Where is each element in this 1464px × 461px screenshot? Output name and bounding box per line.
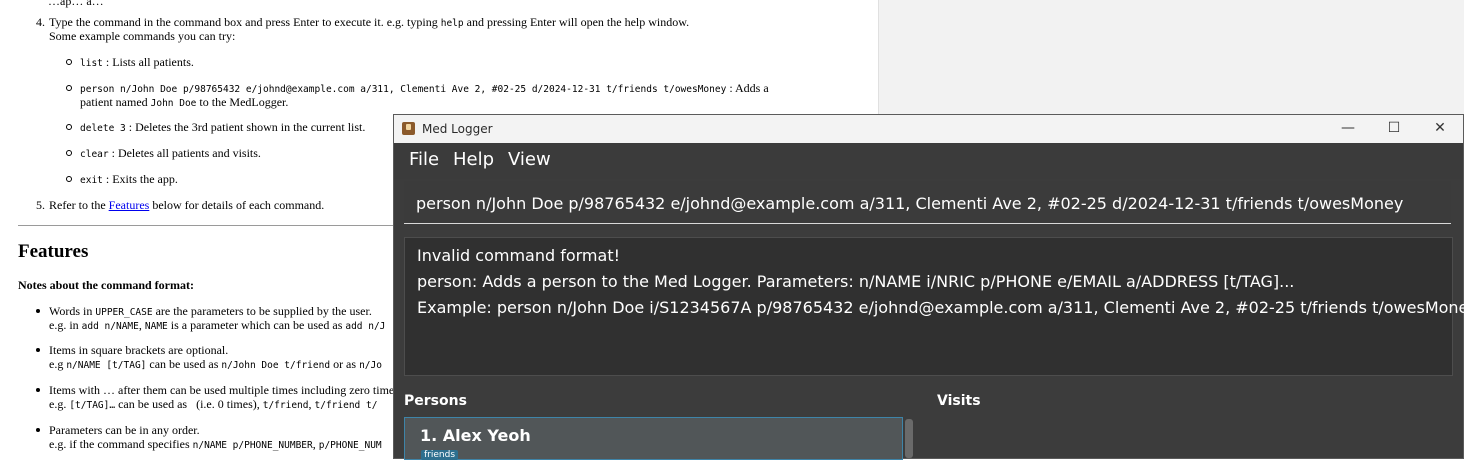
- circle-bullet-icon: [66, 176, 72, 182]
- step-5-number: 5.: [36, 198, 45, 212]
- menu-file[interactable]: File: [409, 149, 439, 170]
- med-logger-window: Med Logger — ☐ ✕ File Help View person n…: [393, 114, 1464, 460]
- result-line: Example: person n/John Doe i/S1234567A p…: [417, 298, 1464, 317]
- top-fragment: …ap… a…: [48, 0, 104, 8]
- app-icon: [402, 122, 415, 135]
- result-line: Invalid command format!: [417, 246, 621, 265]
- bullet-icon: [36, 348, 40, 352]
- result-display[interactable]: Invalid command format! person: Adds a p…: [404, 237, 1464, 376]
- circle-bullet-icon: [66, 150, 72, 156]
- person-card[interactable]: 1. Alex Yeoh friends: [404, 417, 903, 460]
- note-optional-example: e.g n/NAME [t/TAG] can be used as n/John…: [49, 357, 382, 371]
- example-person: person n/John Doe p/98765432 e/johnd@exa…: [80, 81, 769, 95]
- maximize-icon[interactable]: ☐: [1371, 115, 1417, 143]
- notes-heading: Notes about the command format:: [18, 278, 194, 292]
- close-icon[interactable]: ✕: [1417, 115, 1463, 143]
- step-4-subtext: Some example commands you can try:: [49, 29, 236, 43]
- circle-bullet-icon: [66, 85, 72, 91]
- bullet-icon: [36, 428, 40, 432]
- example-clear: clear : Deletes all patients and visits.: [80, 146, 261, 160]
- features-link[interactable]: Features: [109, 198, 150, 212]
- title-bar[interactable]: Med Logger — ☐ ✕: [394, 115, 1463, 143]
- features-heading: Features: [18, 241, 89, 262]
- example-list: list : Lists all patients.: [80, 55, 194, 69]
- note-order: Parameters can be in any order.: [49, 423, 200, 437]
- command-input-text: person n/John Doe p/98765432 e/johnd@exa…: [416, 194, 1404, 213]
- note-optional: Items in square brackets are optional.: [49, 343, 229, 357]
- example-person-line2: patient named John Doe to the MedLogger.: [80, 95, 289, 109]
- circle-bullet-icon: [66, 59, 72, 65]
- tag-badge: friends: [421, 450, 459, 460]
- command-input[interactable]: person n/John Doe p/98765432 e/johnd@exa…: [404, 181, 1451, 224]
- minimize-icon[interactable]: —: [1325, 115, 1371, 143]
- bullet-icon: [36, 388, 40, 392]
- menu-bar: File Help View: [394, 143, 1463, 179]
- menu-view[interactable]: View: [508, 149, 551, 170]
- note-multiple-example: e.g. [t/TAG]… can be used as (i.e. 0 tim…: [49, 397, 378, 411]
- step-4: Type the command in the command box and …: [49, 15, 690, 29]
- persons-scrollbar[interactable]: [905, 419, 913, 458]
- note-multiple: Items with … after them can be used mult…: [49, 383, 395, 397]
- visits-label: Visits: [937, 393, 981, 409]
- result-line: person: Adds a person to the Med Logger.…: [417, 272, 1295, 291]
- circle-bullet-icon: [66, 124, 72, 130]
- note-upper-case: Words in UPPER_CASE are the parameters t…: [49, 304, 372, 318]
- menu-help[interactable]: Help: [453, 149, 494, 170]
- step-5: Refer to the Features below for details …: [49, 198, 325, 212]
- window-title: Med Logger: [422, 122, 493, 136]
- person-name: 1. Alex Yeoh: [420, 426, 531, 445]
- step-4-number: 4.: [36, 15, 45, 29]
- bullet-icon: [36, 309, 40, 313]
- example-exit: exit : Exits the app.: [80, 172, 178, 186]
- note-upper-case-example: e.g. in add n/NAME, NAME is a parameter …: [49, 318, 386, 332]
- example-delete: delete 3 : Deletes the 3rd patient shown…: [80, 120, 366, 134]
- note-order-example: e.g. if the command specifies n/NAME p/P…: [49, 437, 382, 451]
- persons-label: Persons: [404, 393, 467, 409]
